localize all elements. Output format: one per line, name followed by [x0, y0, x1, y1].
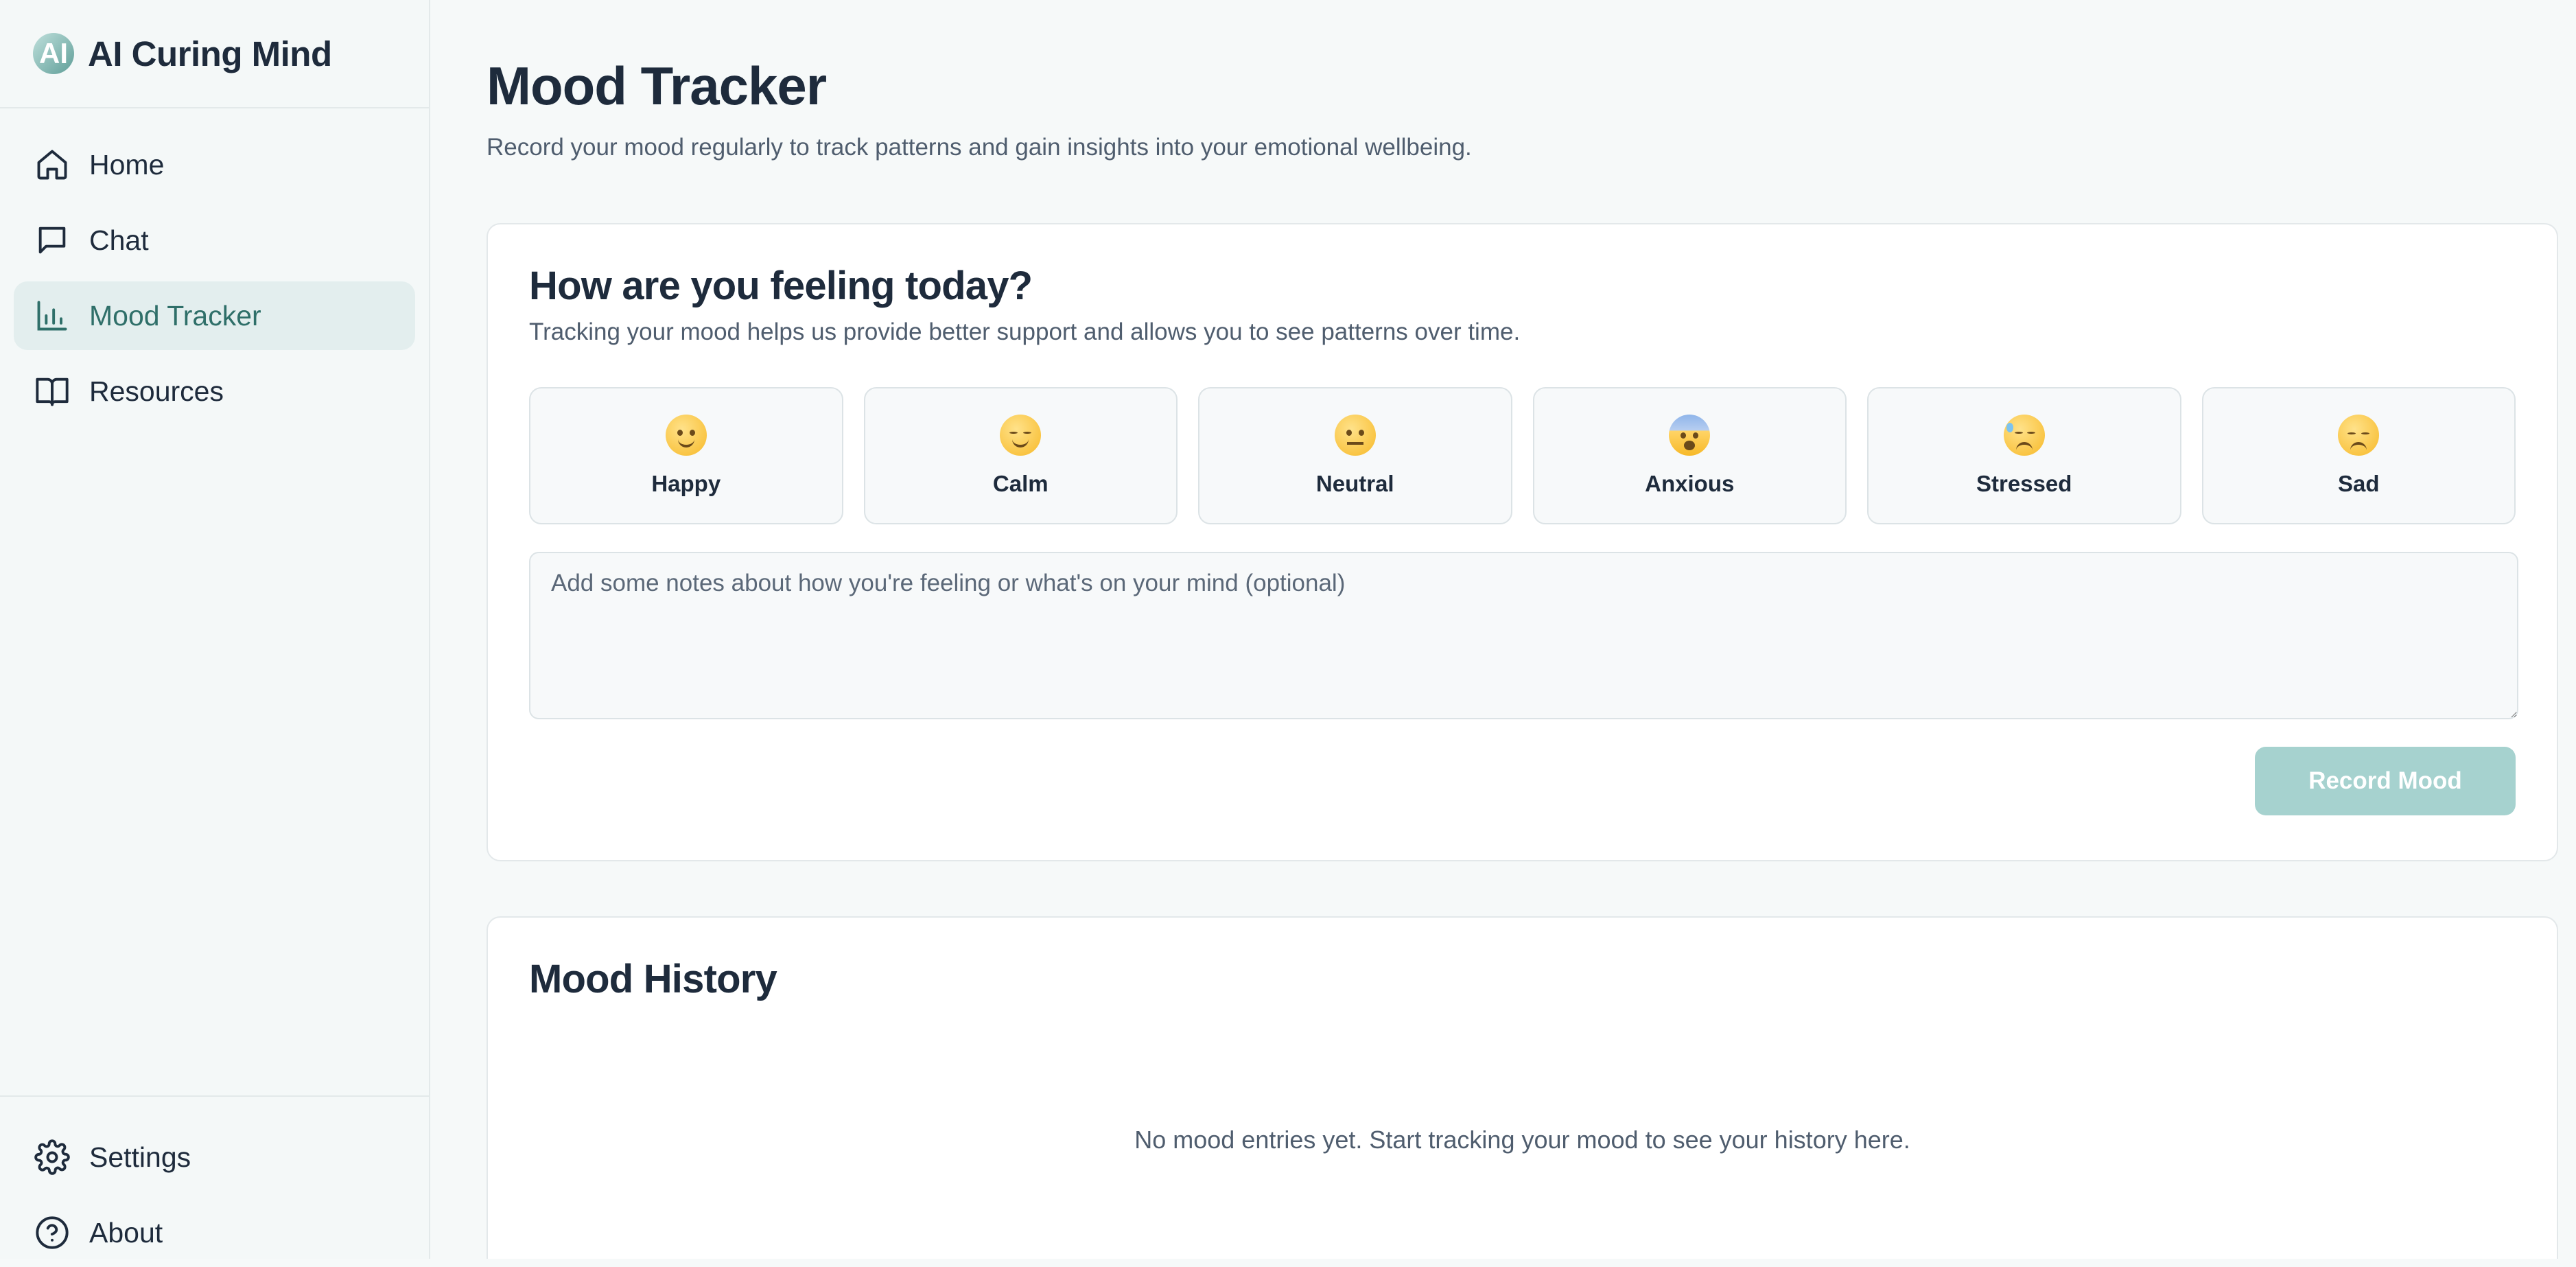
mood-label: Neutral — [1315, 471, 1394, 496]
brand-name: AI Curing Mind — [88, 34, 332, 73]
anxious-face-emoji — [1669, 415, 1711, 456]
mood-label: Anxious — [1645, 471, 1735, 496]
sidebar-item-settings[interactable]: Settings — [14, 1123, 415, 1192]
page-subtitle: Record your mood regularly to track patt… — [487, 134, 1472, 161]
brand[interactable]: AI AI Curing Mind — [0, 0, 429, 108]
mood-option-sad[interactable]: Sad — [2201, 387, 2516, 524]
mood-actions: Record Mood — [529, 747, 2516, 815]
sidebar-bottom: Settings About — [0, 1095, 429, 1259]
mood-option-calm[interactable]: Calm — [863, 387, 1178, 524]
sidebar-nav: Home Chat Mood Tracker Resources — [0, 108, 429, 1095]
mood-option-happy[interactable]: Happy — [529, 387, 843, 524]
mood-option-neutral[interactable]: Neutral — [1198, 387, 1512, 524]
mood-history-title: Mood History — [529, 957, 777, 1001]
sidebar-item-mood-tracker[interactable]: Mood Tracker — [14, 281, 415, 350]
mood-card-subtitle: Tracking your mood helps us provide bett… — [529, 318, 1521, 345]
smiling-face-emoji — [665, 415, 707, 456]
mood-entry-card: How are you feeling today? Tracking your… — [487, 223, 2558, 861]
help-circle-icon — [34, 1215, 70, 1251]
mood-label: Stressed — [1976, 471, 2072, 496]
bar-chart-icon — [34, 298, 70, 334]
mood-option-anxious[interactable]: Anxious — [1532, 387, 1847, 524]
mood-label: Happy — [651, 471, 721, 496]
sidebar-item-label: Settings — [89, 1141, 191, 1173]
mood-notes-field[interactable] — [529, 552, 2518, 719]
mood-label: Calm — [992, 471, 1049, 496]
main-content: Mood Tracker Record your mood regularly … — [430, 0, 2576, 1259]
sidebar-item-about[interactable]: About — [14, 1198, 415, 1267]
downcast-sweat-face-emoji — [2003, 415, 2045, 456]
sidebar-item-label: Chat — [89, 224, 149, 256]
mood-options: Happy Calm Neutral Anxious Stressed Sad — [529, 387, 2516, 524]
brand-logo: AI — [33, 33, 74, 74]
gear-icon — [34, 1139, 70, 1175]
mood-history-empty-state: No mood entries yet. Start tracking your… — [1134, 1126, 1910, 1154]
record-mood-button[interactable]: Record Mood — [2255, 747, 2516, 815]
sidebar-item-label: Home — [89, 148, 165, 181]
book-icon — [34, 373, 70, 409]
home-icon — [34, 147, 70, 183]
mood-history-card: Mood History No mood entries yet. Start … — [487, 916, 2558, 1259]
sidebar-item-resources[interactable]: Resources — [14, 357, 415, 426]
app: AI AI Curing Mind Home Chat Mood Tracker… — [0, 0, 2576, 1259]
sidebar: AI AI Curing Mind Home Chat Mood Tracker… — [0, 0, 430, 1259]
neutral-face-emoji — [1334, 415, 1376, 456]
sidebar-item-label: Resources — [89, 375, 224, 407]
sidebar-item-label: About — [89, 1216, 163, 1248]
mood-option-stressed[interactable]: Stressed — [1867, 387, 2181, 524]
sidebar-item-label: Mood Tracker — [89, 299, 261, 332]
sidebar-item-home[interactable]: Home — [14, 130, 415, 199]
pensive-face-emoji — [2338, 415, 2380, 456]
relieved-face-emoji — [1000, 415, 1042, 456]
chat-icon — [34, 222, 70, 258]
mood-card-title: How are you feeling today? — [529, 264, 1033, 308]
sidebar-item-chat[interactable]: Chat — [14, 206, 415, 275]
page-title: Mood Tracker — [487, 56, 827, 116]
mood-label: Sad — [2337, 471, 2380, 496]
